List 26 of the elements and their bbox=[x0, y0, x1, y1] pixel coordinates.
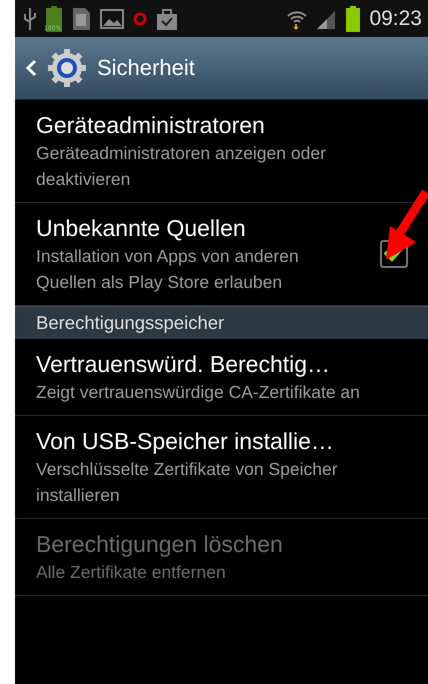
item-summary: Verschlüsselte Zertifikate von Speicher installieren bbox=[36, 458, 339, 507]
battery-charge-icon bbox=[346, 6, 360, 32]
item-summary: Zeigt vertrauenswürdige CA-Zertifikate an bbox=[36, 381, 361, 404]
item-title: Von USB-Speicher installie… bbox=[36, 427, 335, 456]
record-icon bbox=[133, 12, 147, 26]
item-title: Berechtigungen löschen bbox=[36, 530, 284, 559]
settings-item[interactable]: Geräteadministratoren Geräteadministratoren anzeigen oder deaktivieren bbox=[15, 100, 428, 203]
gear-icon bbox=[47, 48, 87, 88]
back-icon[interactable] bbox=[25, 58, 37, 78]
item-summary: Alle Zertifikate entfernen bbox=[36, 561, 227, 584]
image-icon bbox=[100, 8, 124, 28]
item-summary: Geräteadministratoren anzeigen oder deaktivieren bbox=[36, 142, 327, 191]
item-title: Geräteadministratoren bbox=[36, 111, 266, 140]
bag-check-icon bbox=[156, 8, 178, 30]
settings-item[interactable]: Vertrauenswürd. Berechtig… Zeigt vertrauenswürdige CA-Zertifikate an bbox=[15, 339, 428, 416]
signal-icon bbox=[317, 8, 338, 28]
item-summary: Installation von Apps von anderen Quellen als Play Store erlauben bbox=[36, 245, 300, 294]
item-title: Unbekannte Quellen bbox=[36, 214, 247, 243]
section-header: Berechtigungsspeicher bbox=[15, 306, 428, 339]
item-title: Vertrauenswürd. Berechtig… bbox=[36, 350, 332, 379]
pointer-arrow bbox=[384, 190, 428, 260]
sim-card-icon bbox=[71, 6, 91, 30]
settings-item[interactable]: Von USB-Speicher installie… Verschlüsselte Zertifikate von Speicher installieren bbox=[15, 416, 428, 519]
screen-title: Sicherheit bbox=[97, 55, 195, 81]
usb-icon bbox=[23, 8, 37, 30]
clock-time: 09:23 bbox=[369, 6, 422, 30]
